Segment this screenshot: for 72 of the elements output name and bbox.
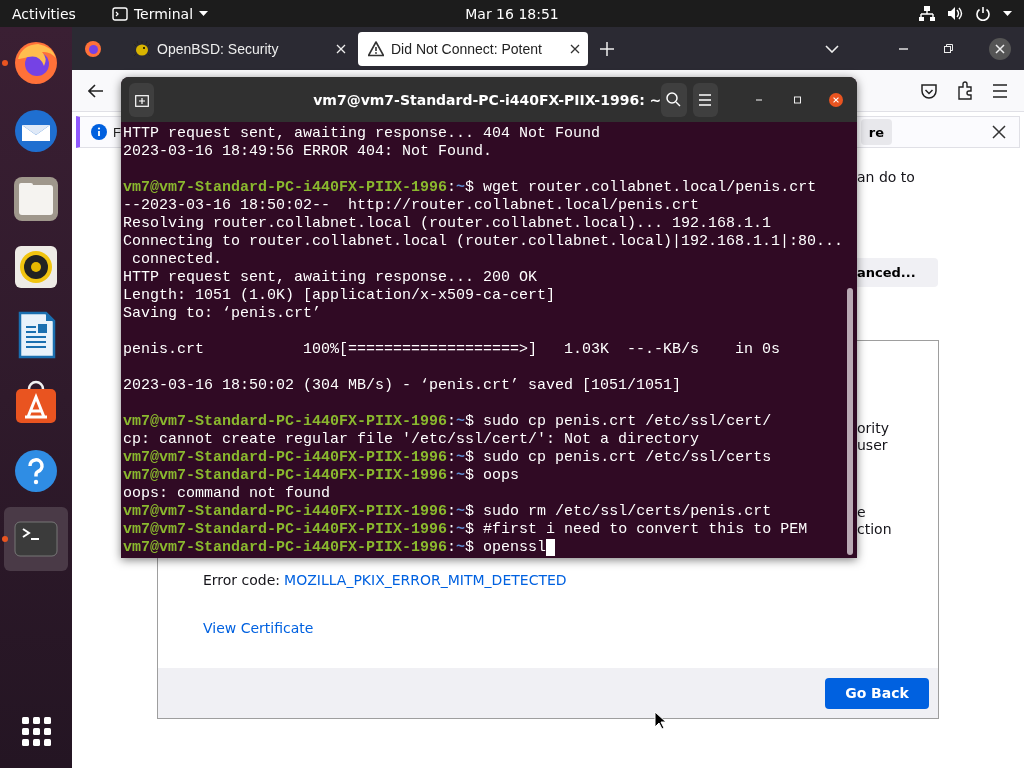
warning-icon [368,40,384,57]
terminal-line: oops: command not found [123,485,331,503]
new-tab-button[interactable] [129,82,155,117]
firefox-icon[interactable] [84,39,102,58]
terminal-line: vm7@vm7-Standard-PC-i440FX-PIIX-1996:~$ wget router.collabnet.local/penis.crt [123,179,817,197]
app-grid-icon[interactable] [21,717,51,746]
close-icon[interactable] [992,125,1006,139]
notification-text: F [113,124,121,140]
menu-icon [699,93,712,106]
app-menu[interactable]: Terminal [133,5,194,22]
network-icon[interactable] [919,6,935,21]
go-back-button[interactable]: Go Back [825,677,929,709]
window-title: vm7@vm7-Standard-PC-i440FX-PIIX-1996: ~ [313,91,662,108]
browser-tab[interactable]: OpenBSD: Security [124,31,354,66]
terminal-line: vm7@vm7-Standard-PC-i440FX-PIIX-1996:~$ sudo cp penis.crt /etc/ssl/certs [123,449,772,467]
clock[interactable]: Mar 16 18:51 [465,5,559,22]
error-code-link[interactable]: MOZILLA_PKIX_ERROR_MITM_DETECTED [284,572,567,588]
terminal-line: penis.crt 100%[===================>] 1.03K --.-KB/s in 0s [123,341,781,359]
advanced-button[interactable]: anced... [857,258,938,287]
activities-button[interactable]: Activities [12,5,76,22]
terminal-line: vm7@vm7-Standard-PC-i440FX-PIIX-1996:~$ #first i need to convert this to PEM [123,521,808,539]
browser-tab[interactable]: Did Not Connect: Potent [358,31,588,66]
folder-icon[interactable] [12,175,60,223]
terminal-line: vm7@vm7-Standard-PC-i440FX-PIIX-1996:~$ openssl [123,539,547,557]
terminal-line: vm7@vm7-Standard-PC-i440FX-PIIX-1996:~$ sudo cp penis.crt /etc/ssl/cert/ [123,413,772,431]
caret-icon[interactable] [1003,11,1012,16]
close-icon[interactable] [989,37,1011,60]
help-icon[interactable] [12,447,60,495]
caret-icon[interactable] [199,11,209,16]
maximize-icon[interactable] [794,94,801,105]
search-button[interactable] [661,82,687,117]
terminal-line: HTTP request sent, awaiting response... 200 OK [123,269,538,287]
close-icon[interactable] [570,43,580,54]
search-icon [666,92,682,107]
error-code-label: Error code: [203,572,281,588]
terminal-line: 2023-03-16 18:49:56 ERROR 404: Not Found. [123,143,493,161]
menu-icon[interactable] [992,82,1008,99]
puzzle-piece-icon[interactable] [956,81,974,100]
power-icon[interactable] [975,6,991,21]
terminal-line: --2023-03-16 18:50:02-- http://router.collabnet.local/penis.crt [123,197,700,215]
terminal-line: Saving to: ‘penis.crt’ [123,305,322,323]
info-icon [91,124,107,140]
terminal-line: vm7@vm7-Standard-PC-i440FX-PIIX-1996:~$ oops [123,467,520,485]
terminal-line: vm7@vm7-Standard-PC-i440FX-PIIX-1996:~$ sudo rm /etc/ssl/certs/penis.crt [123,503,772,521]
paragraph-text: e ction [857,504,893,538]
view-certificate-link[interactable]: View Certificate [203,620,314,636]
terminal-line: connected. [131,251,223,269]
terminal-line: Length: 1051 (1.0K) [application/x-x509-ca-cert] [123,287,556,305]
paragraph-text: ority user [857,420,890,454]
scrollbar-thumb[interactable] [847,288,853,555]
mail-icon[interactable] [12,107,60,155]
volume-icon[interactable] [947,6,963,21]
firefox-icon[interactable] [12,39,60,87]
restore-icon[interactable] [944,44,953,53]
back-arrow-icon[interactable] [88,83,104,98]
terminal-line: Resolving router.collabnet.local (router.collabnet.local)... 192.168.1.1 [123,215,772,233]
terminal-icon [111,6,128,21]
terminal-line: cp: cannot create regular file '/etc/ssl/cert/': Not a directory [123,431,700,449]
terminal-line: Connecting to router.collabnet.local (router.collabnet.local)|192.168.1.1|:80... [123,233,844,251]
menu-button[interactable] [692,82,718,117]
mouse-pointer-icon [654,711,668,731]
plus-icon [134,92,149,107]
minimize-icon[interactable] [899,47,908,50]
terminal-line: HTTP request sent, awaiting response... 404 Not Found [123,125,601,143]
speaker-icon[interactable] [12,243,60,291]
fish-icon [134,40,150,57]
paragraph-text: an do to [857,169,916,186]
notification-button[interactable]: re [860,119,892,145]
chevron-down-icon[interactable] [825,44,839,53]
terminal-line: 2023-03-16 18:50:02 (304 MB/s) - ‘penis.crt’ saved [1051/1051] [123,377,682,395]
plus-icon[interactable] [600,41,614,56]
pocket-icon[interactable] [920,82,938,99]
